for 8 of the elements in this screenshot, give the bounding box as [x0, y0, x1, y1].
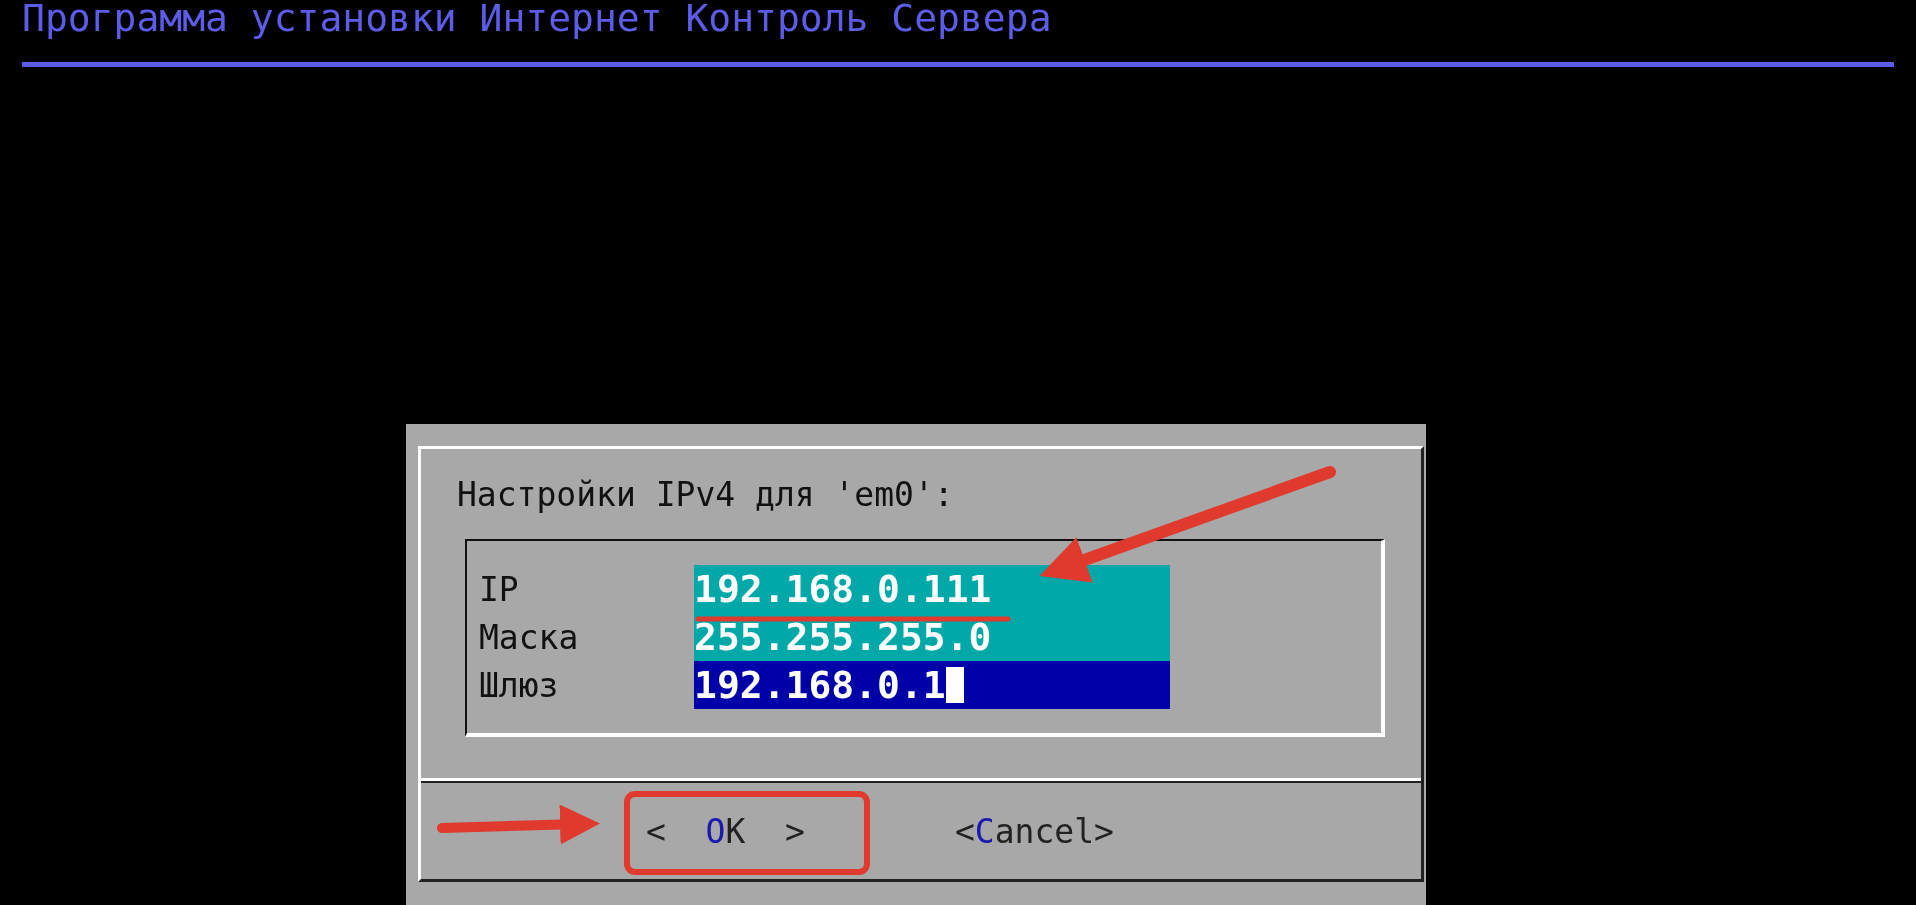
field-label: Маска	[479, 617, 580, 657]
text-cursor	[945, 667, 964, 703]
ok-button[interactable]: < OK >	[646, 811, 805, 851]
field-label: IP	[479, 569, 520, 609]
dialog-prompt: Настройки IPv4 для 'em0':	[457, 474, 955, 516]
field-label: Шлюз	[479, 665, 560, 705]
cancel-button[interactable]: <Cancel>	[954, 811, 1114, 851]
input-field[interactable]: 192.168.0.1	[694, 661, 1170, 709]
